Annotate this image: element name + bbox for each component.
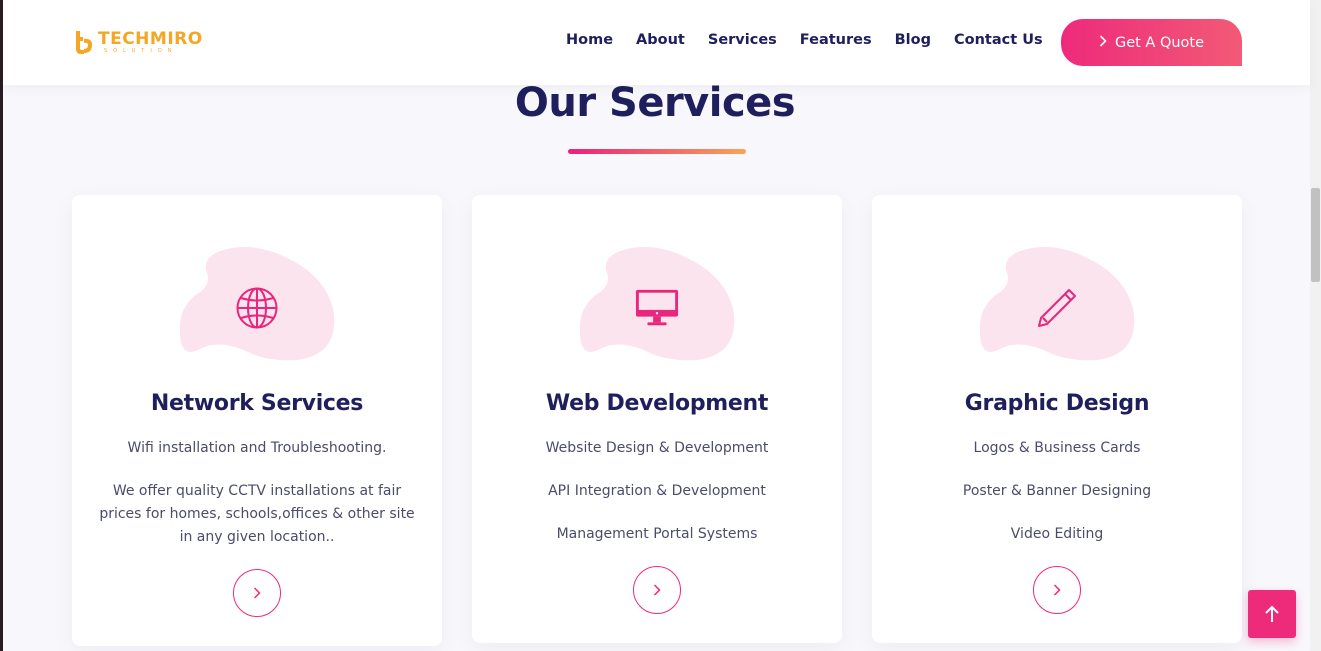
card-more-button[interactable] [633, 566, 681, 614]
card-description: Website Design & Development API Integra… [497, 437, 817, 566]
main-nav: Home About Services Features Blog Contac… [566, 32, 1066, 48]
chevron-right-icon [1099, 34, 1107, 51]
chevron-right-icon [1053, 584, 1061, 596]
card-title: Network Services [150, 391, 364, 416]
card-line: Video Editing [1010, 526, 1104, 542]
get-a-quote-label: Get A Quote [1114, 34, 1205, 51]
scrollbar-thumb[interactable] [1311, 188, 1320, 282]
chevron-right-icon [253, 587, 261, 599]
service-card-graphic-design: Graphic Design Logos & Business Cards Po… [872, 195, 1242, 643]
site-header: TECHMIRO SOLUTION Home About Services Fe… [3, 0, 1310, 85]
pencil-icon [1035, 286, 1079, 330]
nav-services[interactable]: Services [708, 32, 777, 48]
card-description: Logos & Business Cards Poster & Banner D… [897, 437, 1217, 566]
nav-home[interactable]: Home [566, 32, 613, 48]
scrollbar[interactable] [1310, 0, 1321, 651]
chevron-right-icon [653, 584, 661, 596]
section-title: Our Services [514, 80, 796, 126]
nav-contact-us[interactable]: Contact Us [954, 32, 1043, 48]
card-line: API Integration & Development [548, 483, 766, 499]
card-line: Poster & Banner Designing [962, 483, 1152, 499]
card-line: Wifi installation and Troubleshooting. [127, 440, 387, 456]
service-card-network: Network Services Wifi installation and T… [72, 195, 442, 646]
logo-wordmark: TECHMIRO [98, 28, 203, 49]
nav-about[interactable]: About [636, 32, 685, 48]
card-description: Wifi installation and Troubleshooting. W… [97, 437, 417, 569]
logo-mark-icon [73, 29, 95, 55]
back-to-top-button[interactable] [1248, 590, 1296, 638]
service-card-web-development: Web Development Website Design & Develop… [472, 195, 842, 643]
card-more-button[interactable] [1033, 566, 1081, 614]
card-title: Graphic Design [964, 391, 1150, 416]
get-a-quote-button[interactable]: Get A Quote [1061, 19, 1242, 66]
card-more-button[interactable] [233, 569, 281, 617]
title-underline [568, 149, 746, 154]
nav-features[interactable]: Features [800, 32, 872, 48]
card-title: Web Development [545, 391, 769, 416]
nav-blog[interactable]: Blog [895, 32, 931, 48]
card-line: Website Design & Development [545, 440, 769, 456]
brand-logo[interactable]: TECHMIRO SOLUTION [73, 28, 203, 56]
arrow-up-icon [1265, 605, 1279, 622]
logo-subtext: SOLUTION [104, 47, 178, 54]
monitor-icon [635, 286, 679, 330]
card-line: Management Portal Systems [556, 526, 758, 542]
logo-text: TECHMIRO SOLUTION [98, 28, 203, 54]
card-line: Logos & Business Cards [973, 440, 1141, 456]
globe-icon [235, 286, 279, 330]
card-line: We offer quality CCTV installations at f… [99, 483, 415, 545]
